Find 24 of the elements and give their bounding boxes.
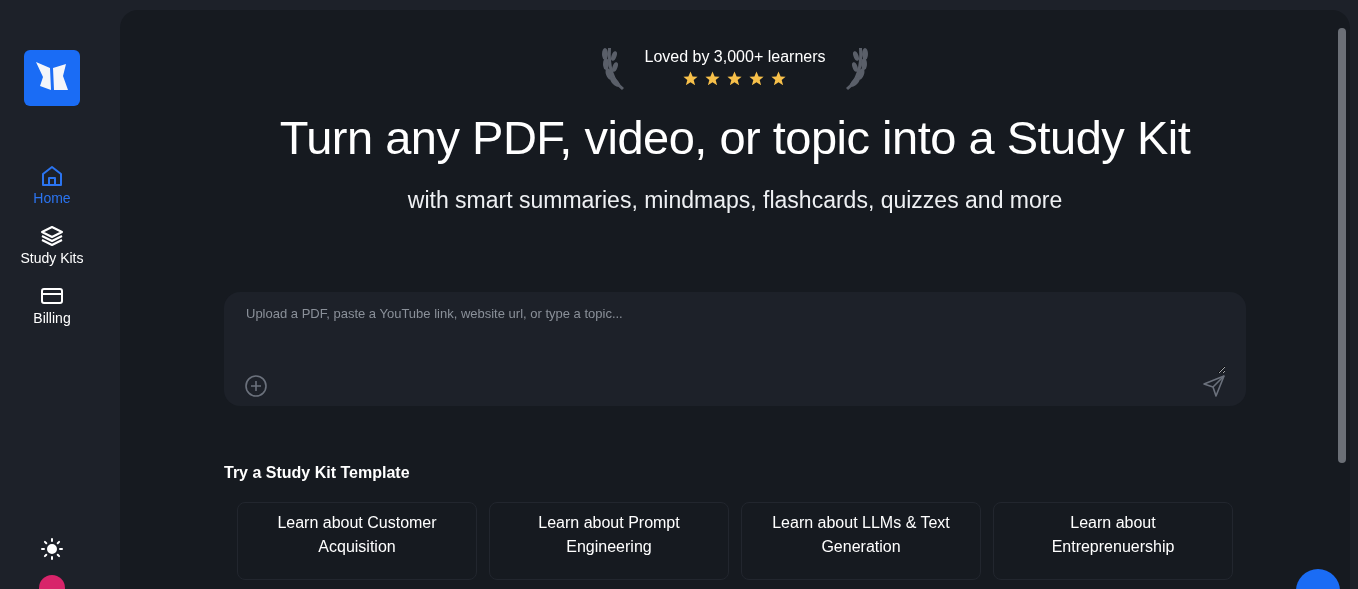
send-icon[interactable] (1202, 374, 1226, 398)
add-icon[interactable] (244, 374, 268, 398)
template-card[interactable]: Learn about Customer Acquisition (237, 502, 477, 580)
logo-icon[interactable] (24, 50, 80, 106)
nav-item[interactable]: Home (27, 160, 77, 210)
nav-item[interactable]: Billing (27, 280, 77, 330)
star-icon (682, 69, 700, 87)
home-icon (40, 164, 64, 188)
nav-item[interactable]: Study Kits (14, 220, 90, 270)
template-card[interactable]: Learn about Entreprenuership (993, 502, 1233, 580)
hero-subtitle: with smart summaries, mindmaps, flashcards, quizzes and more (407, 187, 1063, 214)
hero-title: Turn any PDF, video, or topic into a Study Kit (279, 110, 1191, 165)
layers-icon (40, 224, 64, 248)
sun-icon[interactable] (40, 537, 64, 561)
topic-input[interactable]: Upload a PDF, paste a YouTube link, website url, or type a topic... (224, 292, 1246, 406)
template-card[interactable]: Learn about Prompt Engineering (489, 502, 729, 580)
rating-text: Loved by 3,000+ learners (644, 47, 826, 66)
star-icon (704, 69, 722, 87)
star-icon (726, 69, 744, 87)
scrollbar[interactable] (1338, 28, 1346, 463)
template-card[interactable]: Learn about LLMs & Text Generation (741, 502, 981, 580)
star-icon (748, 69, 766, 87)
star-icon (770, 69, 788, 87)
section-heading: Try a Study Kit Template (224, 464, 410, 482)
